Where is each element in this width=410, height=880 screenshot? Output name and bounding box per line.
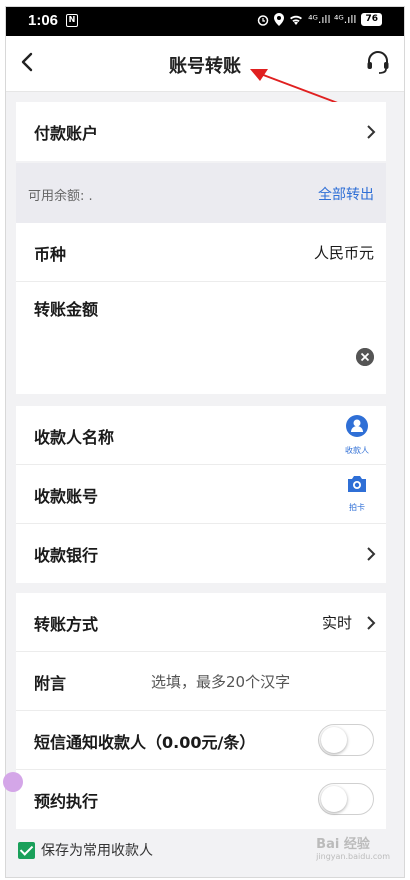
balance-bar: 可用余额: . 全部转出 [16, 163, 386, 223]
camera-icon [348, 476, 366, 492]
sms-notify-row: 短信通知收款人（0.00元/条） [16, 711, 386, 770]
watermark-logo: Bai 经验 jingyan.baidu.com [316, 833, 390, 861]
clear-icon[interactable] [356, 348, 374, 366]
currency-label: 币种 [34, 245, 67, 264]
payee-account-row[interactable]: 收款账号 拍卡 [16, 465, 386, 524]
transfer-method-row[interactable]: 转账方式 实时 [16, 593, 386, 652]
touch-indicator [3, 772, 23, 792]
amount-card: 币种 人民币元 转账金额 [16, 223, 386, 394]
options-card: 转账方式 实时 附言 选填，最多20个汉字 短信通知收款人（0.00元/条） 预… [16, 593, 386, 829]
page-title: 账号转账 [169, 56, 241, 77]
nfc-icon: N [66, 14, 78, 27]
sms-notify-label: 短信通知收款人（0.00元/条） [34, 733, 256, 752]
chevron-right-icon [367, 125, 376, 139]
currency-row[interactable]: 币种 人民币元 [16, 223, 386, 282]
transfer-method-value: 实时 [321, 614, 352, 632]
remark-label: 附言 [34, 674, 67, 693]
watermark-sub: jingyan.baidu.com [316, 852, 390, 861]
scan-card-button[interactable]: 拍卡 [342, 473, 372, 513]
person-icon [346, 415, 368, 437]
save-payee-label: 保存为常用收款人 [41, 843, 153, 859]
payer-account-label: 付款账户 [34, 124, 99, 143]
save-payee-checkbox[interactable] [18, 841, 35, 859]
payee-bank-row[interactable]: 收款银行 [16, 524, 386, 583]
payee-name-label: 收款人名称 [34, 428, 115, 447]
toggle-knob [321, 727, 347, 753]
amount-row[interactable]: 转账金额 [16, 282, 386, 394]
battery-icon: 76 [361, 13, 382, 26]
payer-card: 付款账户 [16, 102, 386, 161]
toggle-knob [321, 786, 347, 812]
schedule-label: 预约执行 [34, 792, 99, 811]
payee-bank-label: 收款银行 [34, 546, 99, 565]
payee-account-label: 收款账号 [34, 487, 99, 506]
payer-account-row[interactable]: 付款账户 [16, 102, 386, 161]
transfer-all-button[interactable]: 全部转出 [318, 184, 374, 204]
location-icon [274, 13, 285, 26]
headset-support-icon[interactable] [364, 48, 392, 76]
available-balance-label: 可用余额: . [28, 189, 93, 204]
status-bar: 1:06 N ⁴ᴳ.ıll ⁴ᴳ.ıll 76 [6, 7, 404, 36]
status-indicators: ⁴ᴳ.ıll ⁴ᴳ.ıll 76 [257, 13, 382, 26]
amount-label: 转账金额 [34, 300, 99, 319]
schedule-row: 预约执行 [16, 770, 386, 829]
watermark-text: Bai 经验 [316, 837, 370, 852]
status-time: 1:06 [28, 12, 59, 29]
payee-name-row[interactable]: 收款人名称 收款人 [16, 406, 386, 465]
phone-screen: 1:06 N ⁴ᴳ.ıll ⁴ᴳ.ıll 76 账号转账 付款账户 可用余额: … [5, 6, 405, 878]
wifi-icon [290, 15, 303, 25]
payee-icon-caption: 收款人 [345, 446, 369, 455]
chevron-right-icon [367, 616, 376, 630]
sms-notify-toggle[interactable] [318, 724, 374, 756]
chevron-right-icon [367, 547, 376, 561]
remark-input[interactable]: 选填，最多20个汉字 [151, 671, 290, 692]
alarm-icon [257, 14, 269, 26]
scan-card-caption: 拍卡 [349, 503, 365, 512]
currency-value: 人民币元 [313, 244, 374, 262]
schedule-toggle[interactable] [318, 783, 374, 815]
transfer-method-label: 转账方式 [34, 615, 99, 634]
payee-list-button[interactable]: 收款人 [342, 414, 372, 456]
nav-bar: 账号转账 [6, 36, 404, 92]
remark-row[interactable]: 附言 选填，最多20个汉字 [16, 652, 386, 711]
payee-card: 收款人名称 收款人 收款账号 拍卡 收款银行 [16, 406, 386, 583]
save-payee-option[interactable]: 保存为常用收款人 [18, 840, 153, 860]
cellular-signal-icon: ⁴ᴳ.ıll ⁴ᴳ.ıll [308, 13, 357, 26]
